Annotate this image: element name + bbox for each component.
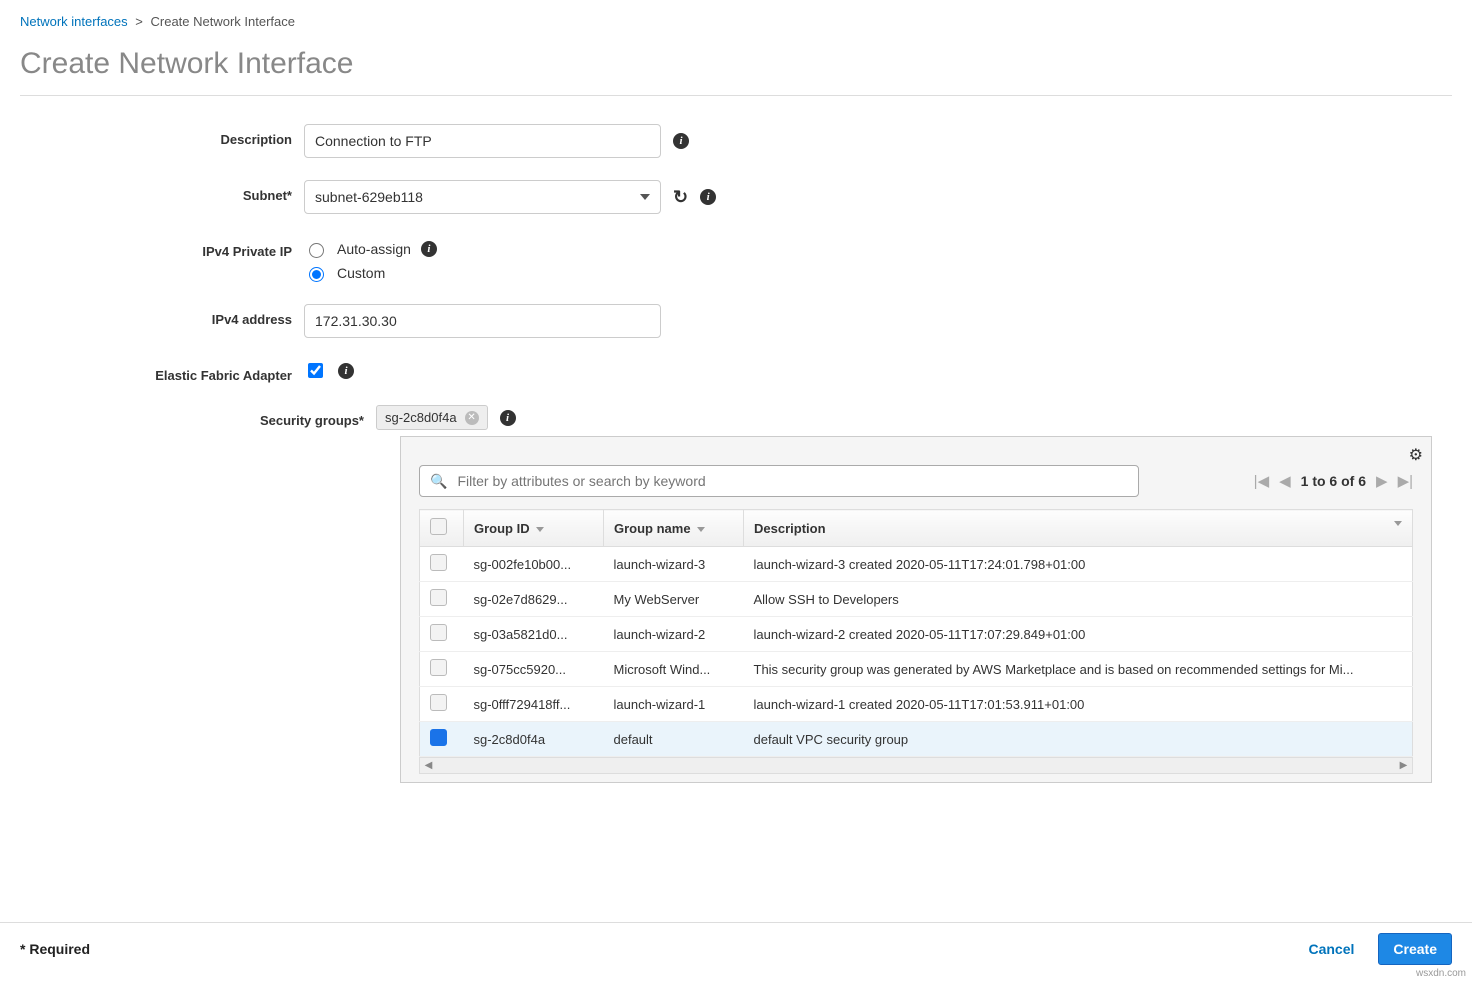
cell-group-name: My WebServer <box>604 582 744 617</box>
cell-description: launch-wizard-3 created 2020-05-11T17:24… <box>744 547 1413 582</box>
sg-header-group-name[interactable]: Group name <box>604 510 744 547</box>
subnet-label: Subnet* <box>20 180 304 203</box>
security-groups-table: Group ID Group name Description sg-002fe… <box>419 509 1413 757</box>
row-checkbox[interactable] <box>430 624 447 641</box>
ipv4-custom-radio[interactable] <box>309 267 324 282</box>
description-label: Description <box>20 124 304 147</box>
pager-prev-icon[interactable]: ◀ <box>1279 472 1291 490</box>
horizontal-scrollbar[interactable]: ◀ ▶ <box>419 757 1413 774</box>
ipv4-private-label: IPv4 Private IP <box>20 236 304 259</box>
cell-description: launch-wizard-1 created 2020-05-11T17:01… <box>744 687 1413 722</box>
chevron-down-icon <box>640 194 650 200</box>
info-icon[interactable]: i <box>421 241 437 257</box>
cell-group-name: launch-wizard-2 <box>604 617 744 652</box>
cell-group-name: launch-wizard-3 <box>604 547 744 582</box>
info-icon[interactable]: i <box>700 189 716 205</box>
page-title: Create Network Interface <box>20 47 1452 81</box>
table-row[interactable]: sg-03a5821d0...launch-wizard-2launch-wiz… <box>420 617 1413 652</box>
sg-search-input[interactable] <box>455 472 1128 490</box>
footer-bar: * Required Cancel Create <box>0 922 1472 965</box>
cell-group-id: sg-002fe10b00... <box>464 547 604 582</box>
row-checkbox[interactable] <box>430 694 447 711</box>
ipv4-custom-label: Custom <box>337 265 385 281</box>
required-note: * Required <box>20 941 90 957</box>
pager-next-icon[interactable]: ▶ <box>1376 472 1388 490</box>
cell-group-name: launch-wizard-1 <box>604 687 744 722</box>
breadcrumb-separator: > <box>135 14 143 29</box>
ipv4-address-input[interactable] <box>304 304 661 338</box>
efa-label: Elastic Fabric Adapter <box>20 360 304 383</box>
cell-description: Allow SSH to Developers <box>744 582 1413 617</box>
pager-range: 1 to 6 of 6 <box>1301 473 1366 489</box>
cell-description: default VPC security group <box>744 722 1413 757</box>
table-row[interactable]: sg-002fe10b00...launch-wizard-3launch-wi… <box>420 547 1413 582</box>
sg-pager: |◀ ◀ 1 to 6 of 6 ▶ ▶| <box>1254 472 1413 490</box>
cell-group-id: sg-075cc5920... <box>464 652 604 687</box>
cell-description: launch-wizard-2 created 2020-05-11T17:07… <box>744 617 1413 652</box>
table-row[interactable]: sg-02e7d8629...My WebServerAllow SSH to … <box>420 582 1413 617</box>
security-group-chip[interactable]: sg-2c8d0f4a ✕ <box>376 405 488 430</box>
sg-search-box[interactable]: 🔍 <box>419 465 1139 497</box>
ipv4-address-label: IPv4 address <box>20 304 304 327</box>
sort-icon <box>536 527 544 532</box>
refresh-icon[interactable]: ↻ <box>673 187 688 208</box>
breadcrumb: Network interfaces > Create Network Inte… <box>20 14 1452 29</box>
description-input[interactable] <box>304 124 661 158</box>
pager-first-icon[interactable]: |◀ <box>1254 472 1269 490</box>
sg-header-check[interactable] <box>420 510 464 547</box>
cell-group-name: default <box>604 722 744 757</box>
checkbox-icon[interactable] <box>430 518 447 535</box>
row-checkbox[interactable] <box>430 554 447 571</box>
sg-header-description[interactable]: Description <box>744 510 1413 547</box>
security-groups-label: Security groups* <box>20 405 376 428</box>
pager-last-icon[interactable]: ▶| <box>1398 472 1413 490</box>
cancel-button[interactable]: Cancel <box>1302 940 1360 958</box>
scroll-right-icon[interactable]: ▶ <box>1395 758 1412 773</box>
security-groups-panel: ⚙ 🔍 |◀ ◀ 1 to 6 of 6 ▶ ▶| Group ID <box>400 436 1432 783</box>
breadcrumb-current: Create Network Interface <box>151 14 296 29</box>
row-checkbox[interactable] <box>430 659 447 676</box>
chip-remove-icon[interactable]: ✕ <box>465 411 479 425</box>
create-button[interactable]: Create <box>1378 933 1452 965</box>
cell-group-id: sg-0fff729418ff... <box>464 687 604 722</box>
sort-icon <box>1394 521 1402 526</box>
ipv4-auto-radio[interactable] <box>309 243 324 258</box>
ipv4-auto-label: Auto-assign <box>337 241 411 257</box>
breadcrumb-root-link[interactable]: Network interfaces <box>20 14 128 29</box>
scroll-left-icon[interactable]: ◀ <box>420 758 437 773</box>
subnet-value: subnet-629eb118 <box>315 189 423 205</box>
table-row[interactable]: sg-0fff729418ff...launch-wizard-1launch-… <box>420 687 1413 722</box>
sort-icon <box>697 527 705 532</box>
info-icon[interactable]: i <box>338 363 354 379</box>
cell-group-name: Microsoft Wind... <box>604 652 744 687</box>
title-divider <box>20 95 1452 96</box>
info-icon[interactable]: i <box>500 410 516 426</box>
info-icon[interactable]: i <box>673 133 689 149</box>
cell-description: This security group was generated by AWS… <box>744 652 1413 687</box>
row-checkbox[interactable] <box>430 589 447 606</box>
gear-icon[interactable]: ⚙ <box>1409 445 1423 465</box>
cell-group-id: sg-02e7d8629... <box>464 582 604 617</box>
table-row[interactable]: sg-075cc5920...Microsoft Wind...This sec… <box>420 652 1413 687</box>
row-checkbox[interactable] <box>430 729 447 746</box>
search-icon: 🔍 <box>430 473 447 490</box>
cell-group-id: sg-03a5821d0... <box>464 617 604 652</box>
cell-group-id: sg-2c8d0f4a <box>464 722 604 757</box>
sg-header-group-id[interactable]: Group ID <box>464 510 604 547</box>
efa-checkbox[interactable] <box>308 363 323 378</box>
table-row[interactable]: sg-2c8d0f4adefaultdefault VPC security g… <box>420 722 1413 757</box>
watermark: wsxdn.com <box>1416 968 1466 979</box>
subnet-select[interactable]: subnet-629eb118 <box>304 180 661 214</box>
security-group-chip-text: sg-2c8d0f4a <box>385 410 457 425</box>
